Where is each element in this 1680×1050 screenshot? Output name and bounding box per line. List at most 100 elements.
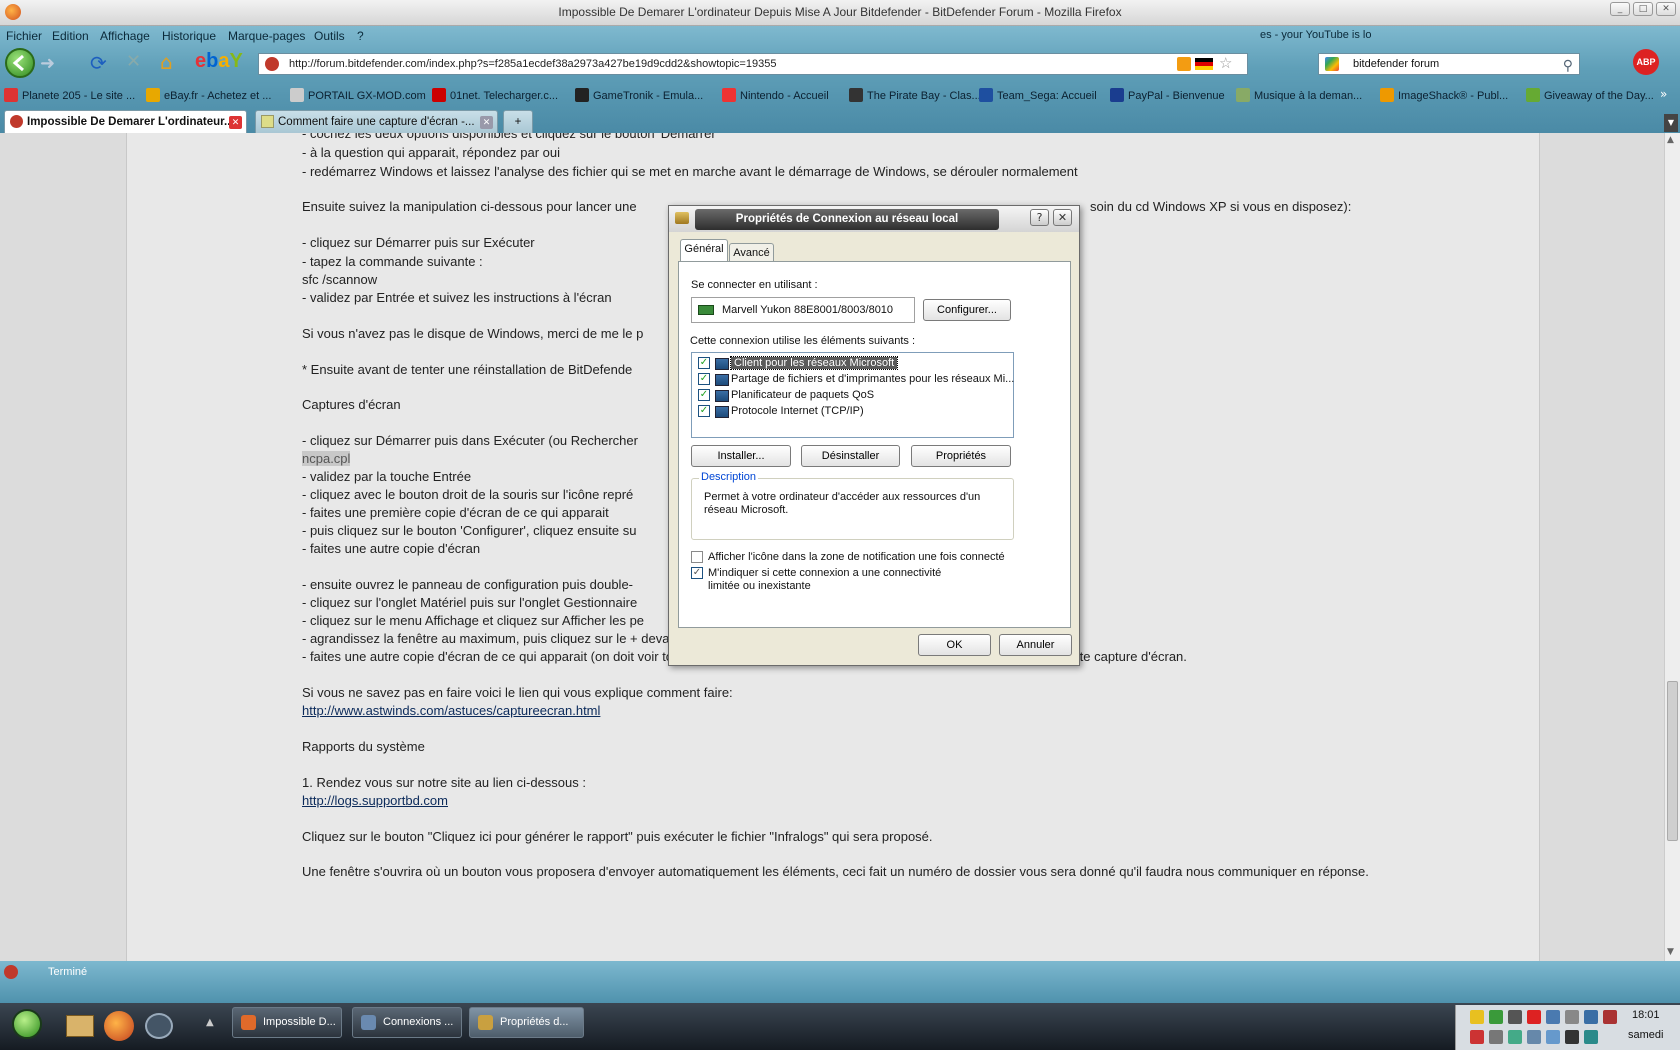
adblock-icon[interactable]: ABP: [1633, 49, 1659, 75]
search-input[interactable]: bitdefender forum ⚲: [1318, 53, 1580, 75]
tab-close-icon[interactable]: ✕: [229, 116, 242, 129]
component-checkbox[interactable]: ✓: [698, 405, 710, 417]
post-link[interactable]: http://logs.supportbd.com: [302, 793, 448, 808]
menu-edition[interactable]: Edition: [52, 29, 89, 43]
home-icon[interactable]: ⌂: [160, 50, 173, 74]
menu-marque-pages[interactable]: Marque-pages: [228, 29, 305, 43]
bookmarks-overflow-icon[interactable]: »: [1660, 87, 1667, 101]
description-text: Permet à votre ordinateur d'accéder aux …: [704, 491, 981, 516]
tray-app-icon[interactable]: [1470, 1030, 1484, 1044]
install-button[interactable]: Installer...: [691, 445, 791, 467]
taskbar-item[interactable]: Impossible D...: [232, 1007, 342, 1038]
maximize-icon[interactable]: □: [1633, 2, 1653, 16]
close-icon[interactable]: ✕: [1656, 2, 1676, 16]
back-icon[interactable]: [5, 48, 35, 78]
clock-day[interactable]: samedi: [1628, 1029, 1663, 1041]
dialog-title: Propriétés de Connexion au réseau local: [695, 209, 999, 230]
bookmark-item[interactable]: Giveaway of the Day...: [1526, 88, 1654, 102]
tray-app-icon[interactable]: [1584, 1010, 1598, 1024]
bookmark-item[interactable]: 01net. Telecharger.c...: [432, 88, 558, 102]
limited-connectivity-checkbox[interactable]: ✓: [691, 567, 703, 579]
quicklaunch-expand-icon[interactable]: ▲: [206, 1017, 214, 1028]
uninstall-button[interactable]: Désinstaller: [801, 445, 900, 467]
new-tab-button[interactable]: +: [503, 110, 533, 133]
tray-app-icon[interactable]: [1527, 1010, 1541, 1024]
tab-general[interactable]: Général: [680, 239, 728, 261]
tray-app-icon[interactable]: [1470, 1010, 1484, 1024]
configure-button[interactable]: Configurer...: [923, 299, 1011, 321]
taskbar-item[interactable]: Connexions ...: [352, 1007, 462, 1038]
bookmark-item[interactable]: ImageShack® - Publ...: [1380, 88, 1508, 102]
clock-time[interactable]: 18:01: [1632, 1009, 1660, 1021]
youtube-ticker[interactable]: es - your YouTube is lo: [1260, 29, 1372, 41]
search-icon[interactable]: ⚲: [1563, 55, 1573, 75]
menu-historique[interactable]: Historique: [162, 29, 216, 43]
flag-de-icon[interactable]: [1195, 58, 1213, 70]
menu-outils[interactable]: Outils: [314, 29, 345, 43]
tab-list-icon[interactable]: ▼: [1664, 114, 1678, 132]
network-component-icon: [715, 358, 729, 370]
scrollbar-up-icon[interactable]: ▲: [1667, 135, 1674, 145]
forward-icon[interactable]: ➜: [40, 53, 62, 74]
vertical-scrollbar[interactable]: ▲ ▼: [1664, 133, 1680, 961]
cancel-button[interactable]: Annuler: [999, 634, 1072, 656]
tab-close-icon[interactable]: ✕: [480, 116, 493, 129]
ok-button[interactable]: OK: [918, 634, 991, 656]
post-link[interactable]: http://www.astwinds.com/astuces/capturee…: [302, 703, 600, 718]
tab-avance[interactable]: Avancé: [729, 243, 774, 262]
scrollbar-down-icon[interactable]: ▼: [1667, 947, 1674, 957]
bookmark-item[interactable]: The Pirate Bay - Clas...: [849, 88, 981, 102]
bookmark-item[interactable]: PORTAIL GX-MOD.com: [290, 88, 426, 102]
stop-icon[interactable]: ✕: [126, 51, 141, 72]
tray-app-icon[interactable]: [1527, 1030, 1541, 1044]
menu-affichage[interactable]: Affichage: [100, 29, 150, 43]
browser-chrome: Fichier Edition Affichage Historique Mar…: [0, 26, 1680, 133]
taskbar: ▲ Impossible D... Connexions ... Propriété…: [0, 1003, 1680, 1050]
tray-app-icon[interactable]: [1508, 1010, 1522, 1024]
ebay-logo[interactable]: ebaY: [195, 50, 243, 73]
bookmark-item[interactable]: eBay.fr - Achetez et ...: [146, 88, 271, 102]
rss-icon[interactable]: [1177, 57, 1191, 71]
tray-app-icon[interactable]: [1565, 1010, 1579, 1024]
dialog-close-icon[interactable]: ✕: [1053, 209, 1072, 226]
tray-app-icon[interactable]: [1546, 1030, 1560, 1044]
reload-icon[interactable]: ⟳: [90, 51, 107, 75]
tray-app-icon[interactable]: [1508, 1030, 1522, 1044]
tray-app-icon[interactable]: [1565, 1030, 1579, 1044]
properties-button[interactable]: Propriétés: [911, 445, 1011, 467]
tray-app-icon[interactable]: [1489, 1030, 1503, 1044]
link-text[interactable]: http://logs.supportbd.com: [302, 793, 448, 808]
post-line: sfc /scannow: [302, 272, 378, 287]
bookmark-item[interactable]: Nintendo - Accueil: [722, 88, 829, 102]
media-launch-icon[interactable]: [145, 1013, 173, 1039]
menu-fichier[interactable]: Fichier: [6, 29, 42, 43]
taskbar-item[interactable]: Propriétés d...: [469, 1007, 584, 1038]
component-checkbox[interactable]: ✓: [698, 357, 710, 369]
tray-app-icon[interactable]: [1489, 1010, 1503, 1024]
bookmark-item[interactable]: Planete 205 - Le site ...: [4, 88, 135, 102]
link-text[interactable]: http://www.astwinds.com/astuces/capturee…: [302, 703, 600, 718]
minimize-icon[interactable]: _: [1610, 2, 1630, 16]
url-input[interactable]: http://forum.bitdefender.com/index.php?s…: [258, 53, 1248, 75]
bookmark-item[interactable]: PayPal - Bienvenue: [1110, 88, 1225, 102]
tray-app-icon[interactable]: [1546, 1010, 1560, 1024]
bookmark-star-icon[interactable]: ☆: [1219, 54, 1232, 74]
bookmark-label: 01net. Telecharger.c...: [450, 90, 559, 102]
components-list[interactable]: ✓ Client pour les réseaux Microsoft ✓ Parta…: [691, 352, 1014, 438]
help-icon[interactable]: ?: [1030, 209, 1049, 226]
tray-app-icon[interactable]: [1603, 1010, 1617, 1024]
tab-impossible-de-demarer[interactable]: Impossible De Demarer L'ordinateur... ✕: [4, 110, 247, 133]
bookmark-item[interactable]: Musique à la deman...: [1236, 88, 1362, 102]
bookmark-item[interactable]: Team_Sega: Accueil: [979, 88, 1097, 102]
component-checkbox[interactable]: ✓: [698, 373, 710, 385]
firefox-launch-icon[interactable]: [104, 1011, 134, 1041]
start-orb-icon[interactable]: [12, 1009, 42, 1039]
menu-help[interactable]: ?: [357, 29, 364, 43]
notify-icon-checkbox[interactable]: [691, 551, 703, 563]
tab-comment-faire-capture[interactable]: Comment faire une capture d'écran -... ✕: [255, 110, 498, 133]
tray-app-icon[interactable]: [1584, 1030, 1598, 1044]
bookmark-item[interactable]: GameTronik - Emula...: [575, 88, 703, 102]
component-checkbox[interactable]: ✓: [698, 389, 710, 401]
show-desktop-icon[interactable]: [66, 1015, 94, 1037]
scrollbar-thumb[interactable]: [1667, 681, 1678, 841]
